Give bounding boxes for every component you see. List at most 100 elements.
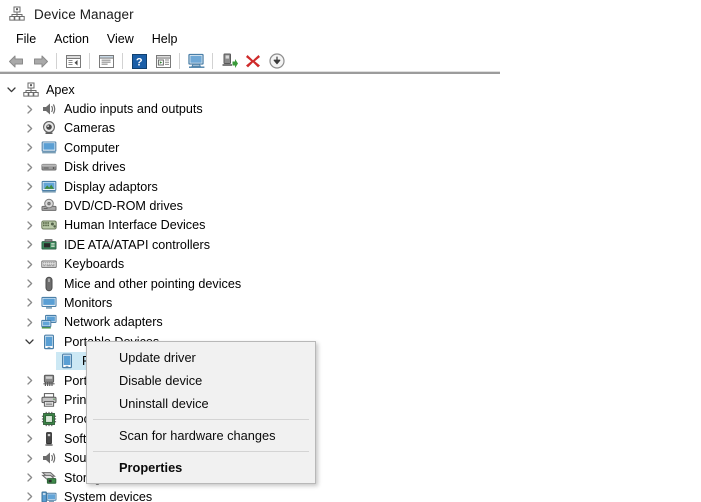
chevron-right-icon[interactable] [24,414,35,425]
chevron-right-icon[interactable] [24,375,35,386]
tree-item-label: Mice and other pointing devices [64,276,242,291]
computer-root-icon [23,82,40,98]
help-button[interactable]: ? [127,50,151,72]
device-context-menu[interactable]: Update driver Disable device Uninstall dev… [86,341,316,484]
chevron-down-icon[interactable] [6,84,17,95]
tree-item[interactable]: Monitors [0,293,701,312]
chevron-right-icon[interactable] [24,433,35,444]
uninstall-device-button[interactable] [241,50,265,72]
tree-item[interactable]: IDE ATA/ATAPI controllers [0,235,701,254]
tree-item-content[interactable]: System devices [38,488,155,502]
menu-help[interactable]: Help [143,31,187,48]
chevron-right-icon[interactable] [24,453,35,464]
tree-item-content[interactable]: Apex [20,81,78,99]
tree-item-content[interactable]: Audio inputs and outputs [38,100,206,118]
tree-item[interactable]: Computer [0,138,701,157]
svg-text:?: ? [135,56,142,68]
optical-drive-icon [41,198,58,214]
tree-item[interactable]: Apex [0,80,701,99]
portable-device-icon [41,334,58,350]
storage-controller-icon [41,470,58,486]
chevron-right-icon[interactable] [24,317,35,328]
forward-button[interactable] [28,50,52,72]
chevron-right-icon[interactable] [24,123,35,134]
tree-item-content[interactable]: Human Interface Devices [38,216,208,234]
tree-item-label: Cameras [64,121,116,136]
tree-item[interactable]: Mice and other pointing devices [0,274,701,293]
tree-item[interactable]: Display adaptors [0,177,701,196]
chevron-right-icon[interactable] [24,297,35,308]
chevron-right-icon[interactable] [24,142,35,153]
tree-item-label: Disk drives [64,160,126,175]
tree-item[interactable]: Human Interface Devices [0,216,701,235]
tree-item-content[interactable]: Mice and other pointing devices [38,275,244,293]
context-menu-item[interactable]: Update driver [87,346,315,369]
tree-item[interactable]: Disk drives [0,158,701,177]
back-button[interactable] [4,50,28,72]
tree-item-label: Human Interface Devices [64,218,206,233]
chevron-right-icon[interactable] [24,259,35,270]
chevron-right-icon[interactable] [24,472,35,483]
scan-hardware-changes-button[interactable] [184,50,208,72]
properties-window-icon [98,54,114,68]
tree-item[interactable]: Audio inputs and outputs [0,99,701,118]
tree-item[interactable]: System devices [0,487,701,502]
tree-item-content[interactable]: Display adaptors [38,178,161,196]
display-adapter-icon [41,179,58,195]
chevron-down-icon[interactable] [24,336,35,347]
tree-item-content[interactable]: Keyboards [38,255,127,273]
menu-action[interactable]: Action [45,31,98,48]
chevron-right-icon[interactable] [24,181,35,192]
context-menu-item[interactable]: Scan for hardware changes [87,424,315,447]
context-menu-item[interactable]: Disable device [87,369,315,392]
chevron-right-icon[interactable] [24,239,35,250]
back-arrow-icon [8,55,23,67]
tree-item-label: Audio inputs and outputs [64,102,203,117]
window-title: Device Manager [34,6,134,22]
chevron-right-icon[interactable] [24,220,35,231]
chevron-right-icon[interactable] [24,278,35,289]
update-driver-icon [222,53,238,68]
tree-item-content[interactable]: Network adapters [38,313,166,331]
menu-file[interactable]: File [7,31,45,48]
chevron-right-icon[interactable] [24,491,35,502]
help-question-icon: ? [131,53,147,69]
keyboard-icon [41,256,58,272]
speaker-icon [41,450,58,466]
properties-button[interactable] [94,50,118,72]
camera-icon [41,120,58,136]
tree-item-content[interactable]: Disk drives [38,158,129,176]
monitor-icon [41,140,58,156]
show-hide-console-tree-button[interactable] [61,50,85,72]
tree-item[interactable]: Keyboards [0,255,701,274]
tree-item-content[interactable]: Monitors [38,294,115,312]
toolbar-separator-3 [122,53,123,69]
system-device-icon [41,489,58,502]
tree-item-content[interactable]: DVD/CD-ROM drives [38,197,186,215]
printer-icon [41,392,58,408]
toolbar-separator-4 [179,53,180,69]
tree-item[interactable]: Network adapters [0,313,701,332]
context-menu-separator [93,451,309,452]
device-manager-icon [9,6,25,22]
tree-item-content[interactable]: Computer [38,139,122,157]
tree-item[interactable]: DVD/CD-ROM drives [0,196,701,215]
disable-device-button[interactable] [265,50,289,72]
disk-drive-icon [41,159,58,175]
network-adapter-icon [41,314,58,330]
tree-item-label: IDE ATA/ATAPI controllers [64,237,211,252]
chevron-placeholder [42,356,53,367]
context-menu-item[interactable]: Uninstall device [87,392,315,415]
tree-item-content[interactable]: Cameras [38,119,118,137]
chevron-right-icon[interactable] [24,162,35,173]
chevron-right-icon[interactable] [24,394,35,405]
show-hide-action-pane-button[interactable] [151,50,175,72]
context-menu-item[interactable]: Properties [87,456,315,479]
update-driver-button[interactable] [217,50,241,72]
chevron-right-icon[interactable] [24,104,35,115]
chevron-right-icon[interactable] [24,201,35,212]
tree-item-content[interactable]: IDE ATA/ATAPI controllers [38,236,213,254]
tree-item[interactable]: Cameras [0,119,701,138]
console-tree-icon [65,54,81,68]
menu-view[interactable]: View [98,31,143,48]
